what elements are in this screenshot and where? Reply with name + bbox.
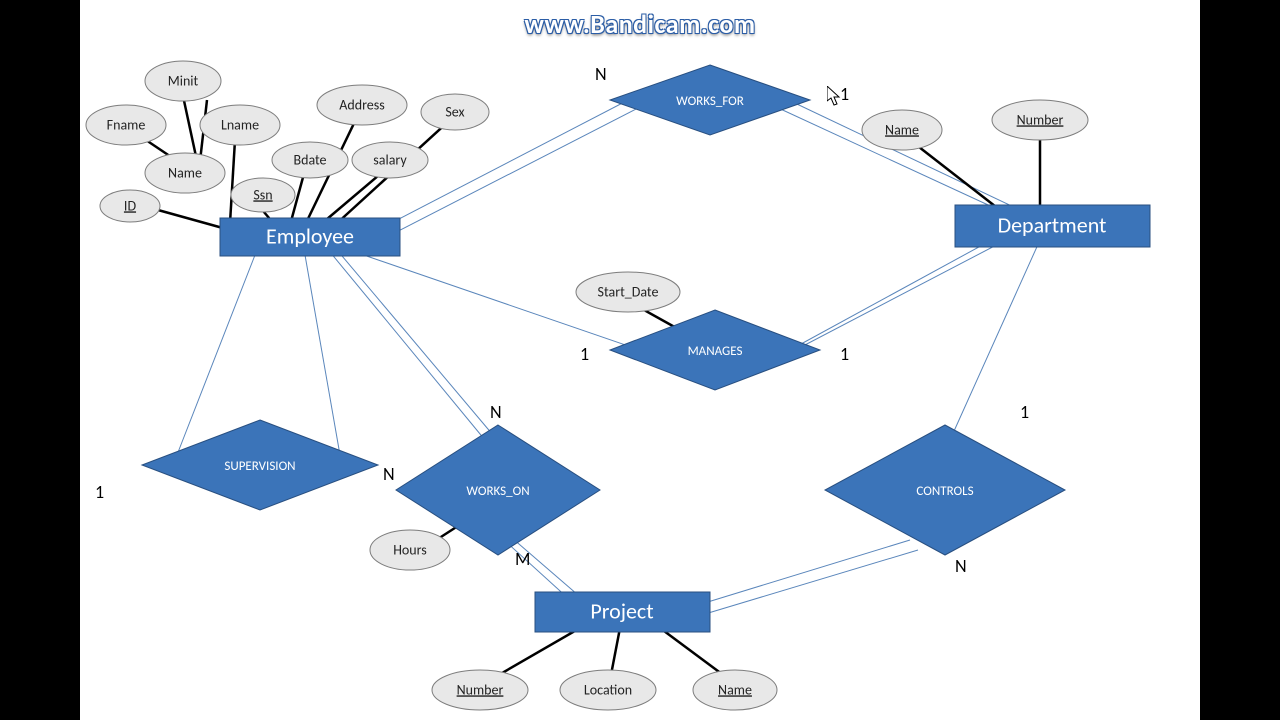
card-sv-sub: N (383, 463, 395, 485)
attr-bdate: Bdate (272, 142, 348, 178)
svg-text:Ssn: Ssn (253, 186, 272, 203)
attr-name: Name (145, 153, 225, 193)
card-wo-emp: N (490, 401, 502, 423)
card-wf-emp: N (595, 63, 607, 85)
attr-lname: Lname (200, 105, 280, 145)
svg-text:Project: Project (590, 597, 653, 624)
attr-fname: Fname (86, 105, 166, 145)
er-diagram-svg: Employee Department Project WORKS_FOR MA… (80, 0, 1200, 720)
mouse-cursor-icon (827, 86, 843, 108)
attr-sex: Sex (421, 94, 489, 130)
svg-text:Employee: Employee (266, 222, 354, 249)
diagram-canvas: www.Bandicam.com Employee Department Pro… (80, 0, 1200, 720)
attr-dept-number: Number (992, 100, 1088, 140)
svg-text:Name: Name (885, 121, 919, 138)
card-mg-dept: 1 (840, 343, 849, 365)
attr-id: ID (100, 190, 160, 222)
svg-text:Start_Date: Start_Date (598, 283, 659, 300)
rel-manages: MANAGES (610, 310, 820, 390)
svg-text:Lname: Lname (221, 116, 259, 133)
svg-text:WORKS_FOR: WORKS_FOR (676, 94, 744, 109)
svg-text:SUPERVISION: SUPERVISION (224, 459, 295, 474)
rel-works-for: WORKS_FOR (610, 65, 810, 135)
svg-text:WORKS_ON: WORKS_ON (466, 484, 529, 499)
card-mg-emp: 1 (580, 343, 589, 365)
entity-department: Department (955, 205, 1150, 247)
attr-proj-name: Name (693, 670, 777, 710)
rel-controls: CONTROLS (825, 425, 1065, 555)
svg-text:Minit: Minit (168, 72, 199, 89)
svg-text:Number: Number (457, 681, 504, 698)
svg-text:Sex: Sex (445, 103, 464, 120)
attr-start-date: Start_Date (576, 272, 680, 312)
attr-hours: Hours (370, 530, 450, 570)
svg-text:Bdate: Bdate (293, 151, 326, 168)
attr-dept-name: Name (862, 110, 942, 150)
svg-text:CONTROLS: CONTROLS (916, 484, 973, 499)
attr-minit: Minit (145, 61, 221, 101)
svg-text:Location: Location (584, 681, 632, 698)
entity-project: Project (535, 592, 710, 632)
watermark: www.Bandicam.com (524, 8, 755, 40)
attr-address: Address (317, 85, 407, 125)
attr-salary: salary (352, 142, 428, 178)
card-wo-proj: M (515, 548, 530, 570)
svg-text:Name: Name (718, 681, 752, 698)
svg-text:Number: Number (1017, 111, 1064, 128)
svg-text:ID: ID (124, 197, 137, 214)
svg-text:salary: salary (373, 151, 407, 168)
rel-supervision: SUPERVISION (142, 420, 378, 510)
attr-proj-number: Number (432, 670, 528, 710)
attr-location: Location (560, 670, 656, 710)
svg-text:Address: Address (339, 96, 384, 113)
svg-text:Fname: Fname (107, 116, 146, 133)
card-sv-sup: 1 (95, 481, 104, 503)
svg-text:Name: Name (168, 164, 202, 181)
attr-ssn: Ssn (231, 178, 295, 212)
svg-text:MANAGES: MANAGES (688, 344, 743, 359)
card-ct-proj: N (955, 555, 967, 577)
entity-employee: Employee (220, 218, 400, 256)
svg-text:Hours: Hours (393, 541, 427, 558)
svg-text:Department: Department (998, 211, 1107, 238)
card-ct-dept: 1 (1020, 401, 1029, 423)
